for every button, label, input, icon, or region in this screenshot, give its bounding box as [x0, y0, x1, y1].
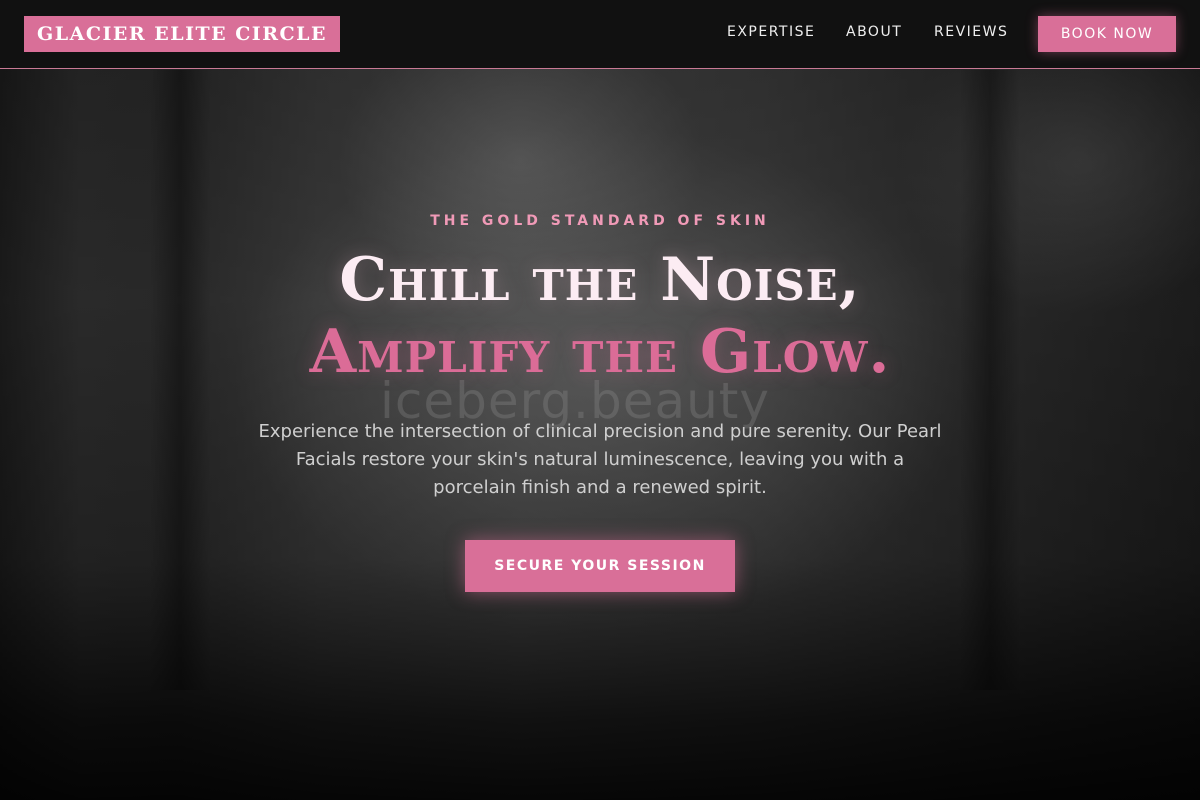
book-now-button[interactable]: BOOK NOW — [1038, 16, 1176, 52]
site-header: GLACIER ELITE CIRCLE EXPERTISE ABOUT REV… — [0, 0, 1200, 69]
hero-eyebrow: THE GOLD STANDARD OF SKIN — [430, 213, 770, 229]
nav-link-expertise[interactable]: EXPERTISE — [727, 24, 815, 40]
nav-link-reviews[interactable]: REVIEWS — [934, 24, 1008, 40]
brand-logo[interactable]: GLACIER ELITE CIRCLE — [24, 16, 340, 52]
nav-link-about[interactable]: ABOUT — [846, 24, 902, 40]
hero-headline-line-2: Amplify the Glow. — [309, 317, 891, 387]
hero-description: Experience the intersection of clinical … — [258, 421, 942, 498]
secure-session-button[interactable]: SECURE YOUR SESSION — [465, 540, 735, 592]
hero-headline-line-1: Chill the Noise, — [339, 245, 861, 315]
